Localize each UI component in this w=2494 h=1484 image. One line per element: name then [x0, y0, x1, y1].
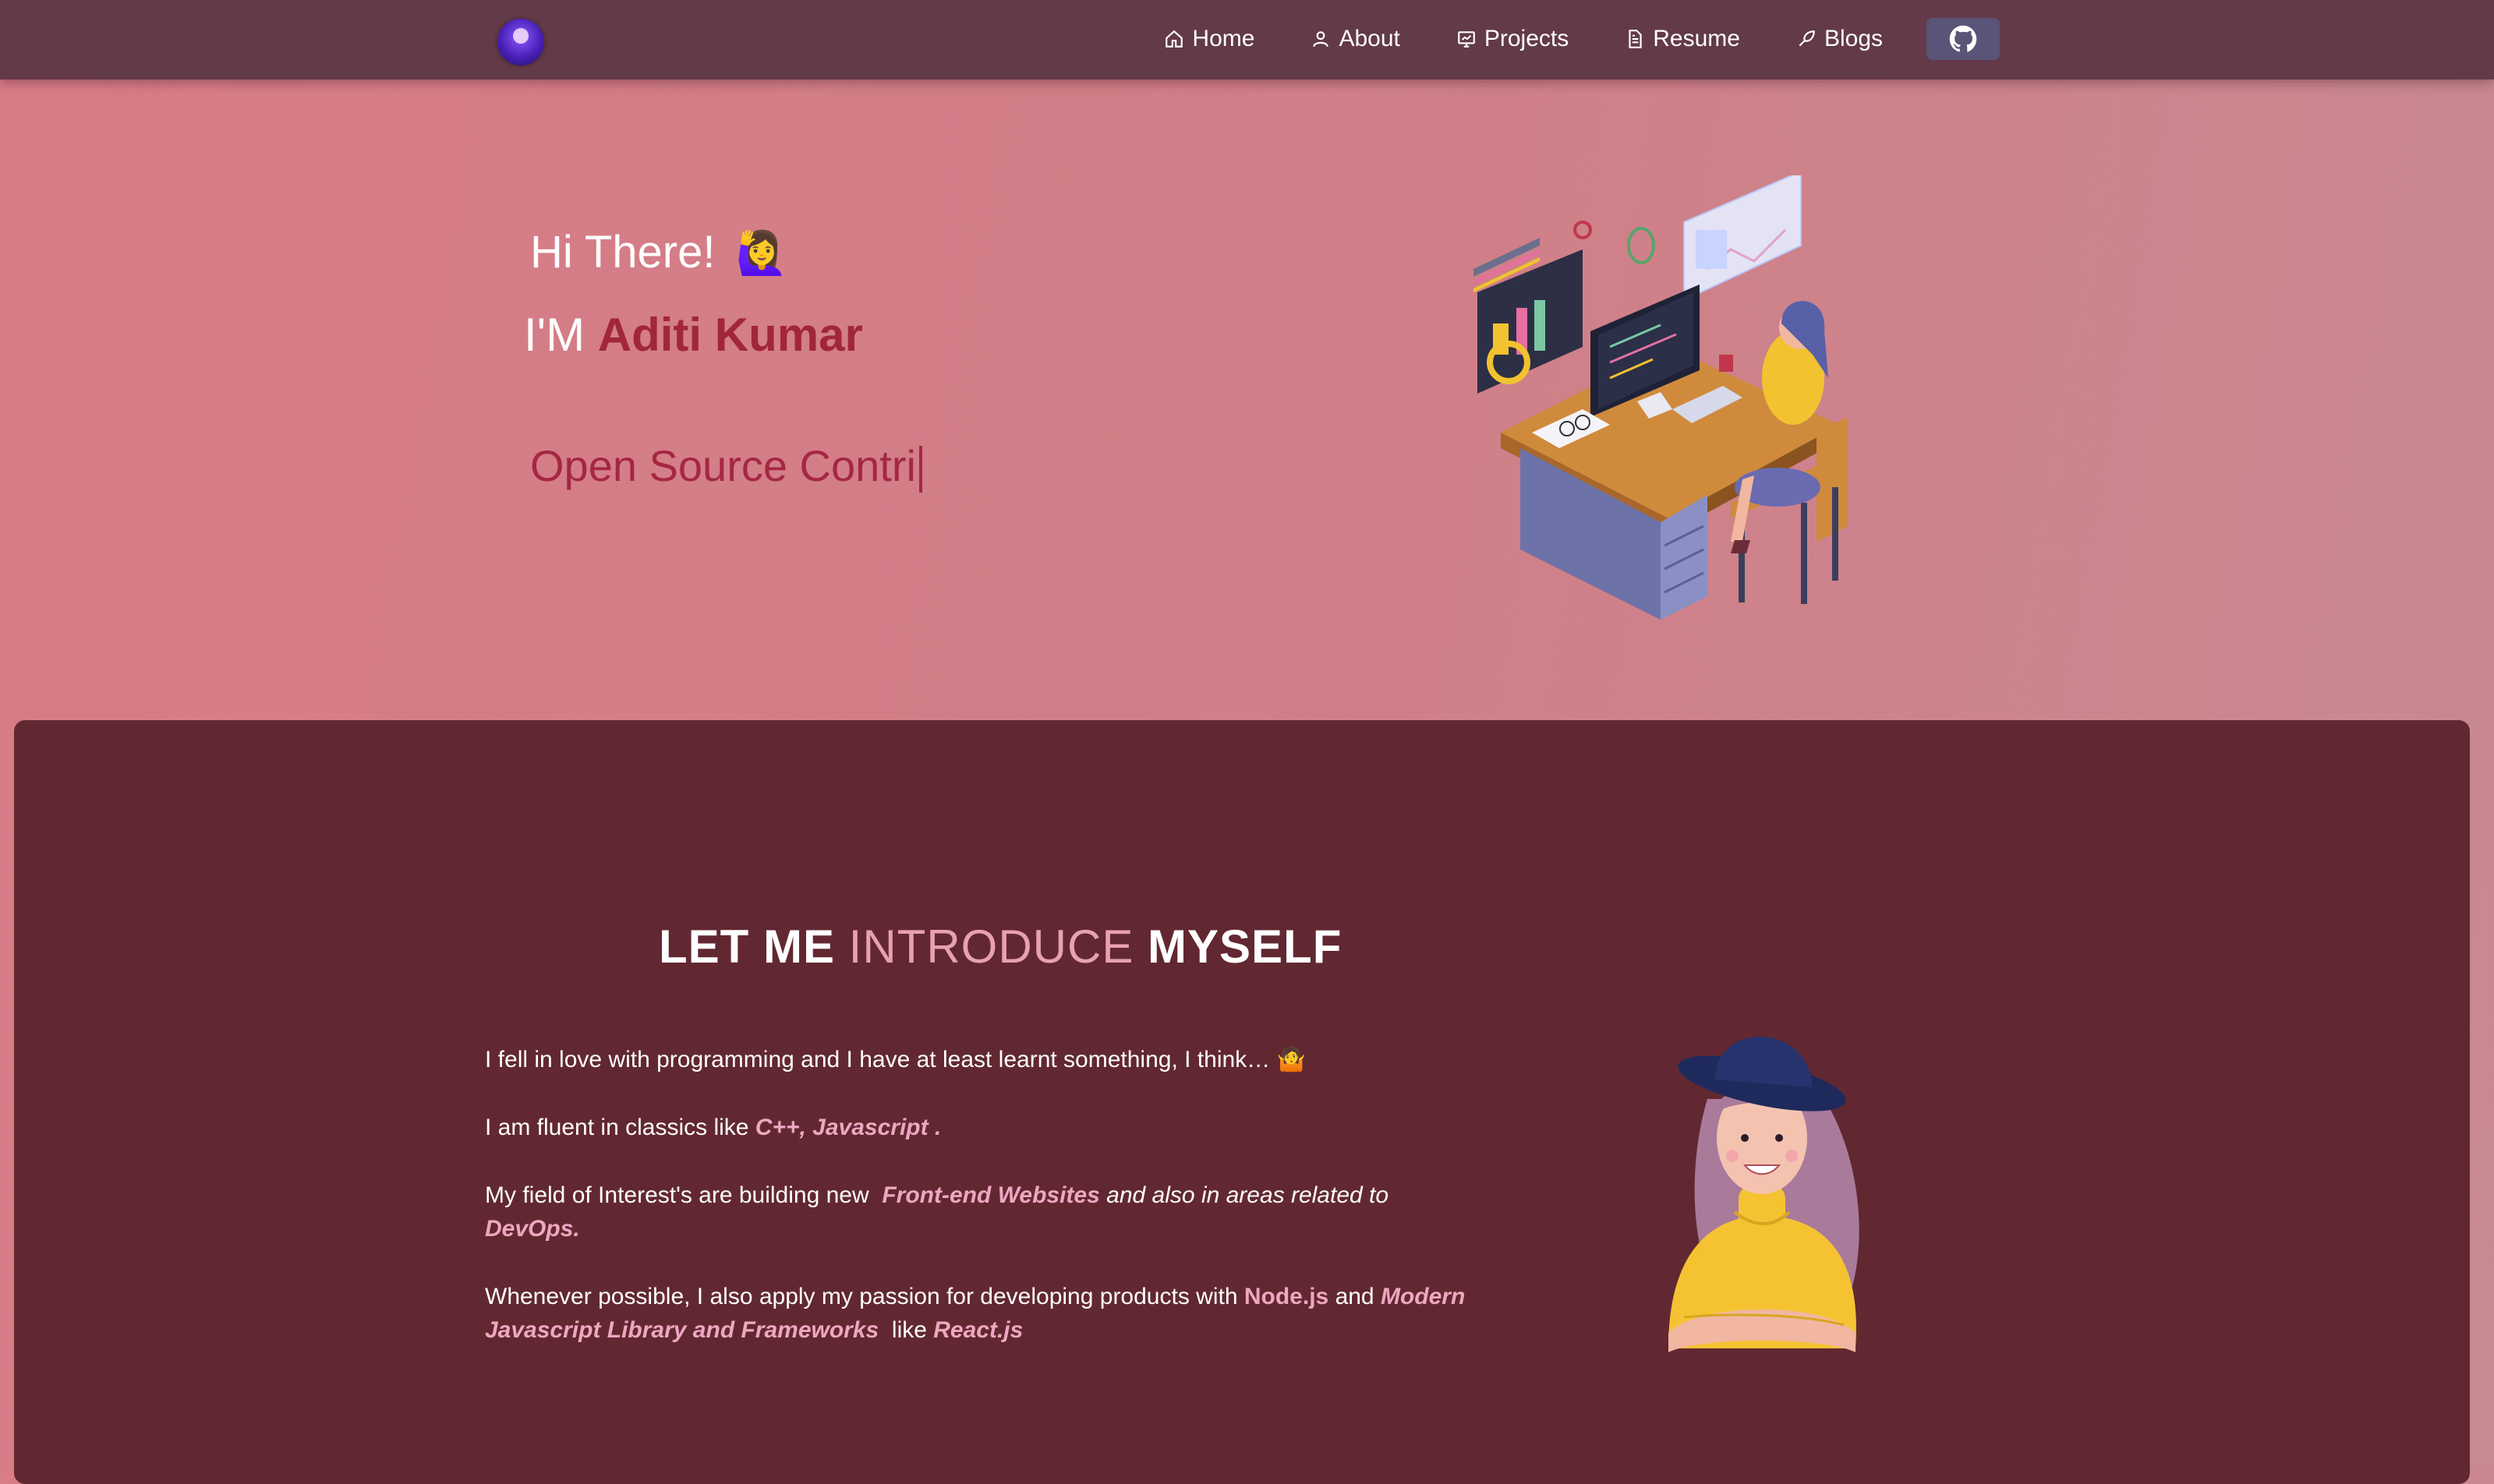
hero-greeting: Hi There! 🙋‍♀️ [530, 226, 788, 278]
about-p3-text: My field of Interest's are building new [485, 1182, 869, 1208]
about-title-part2: MYSELF [1148, 920, 1343, 973]
about-title-accent: INTRODUCE [848, 920, 1134, 973]
about-p4-like: like [891, 1317, 927, 1343]
home-icon [1166, 30, 1183, 48]
github-button[interactable] [1926, 18, 2000, 60]
nav-projects-label: Projects [1484, 26, 1569, 51]
hero-name: Aditi Kumar [597, 309, 863, 361]
github-icon [1949, 25, 1977, 52]
about-p3-highlight2: DevOps. [485, 1216, 580, 1242]
about-p1-text: I fell in love with programming and I ha… [485, 1047, 1271, 1072]
nav-links: Home About Projects Resume Blogs [1120, 16, 2000, 62]
logo[interactable] [497, 19, 544, 65]
about-p4-highlight3: React.js [933, 1317, 1024, 1343]
nav-about[interactable]: About [1298, 16, 1412, 62]
nav-home[interactable]: Home [1151, 16, 1267, 62]
about-text: I fell in love with programming and I ha… [485, 1043, 1467, 1381]
about-paragraph-3: My field of Interest's are building new … [485, 1178, 1467, 1246]
about-paragraph-2: I am fluent in classics like C++, Javasc… [485, 1111, 1467, 1144]
about-paragraph-4: Whenever possible, I also apply my passi… [485, 1280, 1467, 1347]
blog-icon [1799, 30, 1815, 47]
about-p2-highlight: C++, Javascript . [755, 1115, 942, 1140]
about-p4-text: Whenever possible, I also apply my passi… [485, 1284, 1238, 1309]
about-title-part1: LET ME [659, 920, 835, 973]
document-icon [1629, 30, 1642, 48]
about-p3-middle: and also in areas related to [1106, 1182, 1389, 1208]
nav-blogs-label: Blogs [1824, 26, 1883, 51]
projects-icon [1458, 31, 1475, 48]
about-p4-and: and [1335, 1284, 1374, 1309]
hero-name-heading: I'M Aditi Kumar [524, 308, 863, 362]
wave-emoji: 🙋‍♀️ [735, 230, 788, 277]
nav-home-label: Home [1192, 26, 1255, 51]
about-title: LET ME INTRODUCE MYSELF [659, 920, 1342, 973]
developer-desk-illustration [1473, 175, 1848, 620]
nav-resume-label: Resume [1653, 26, 1740, 51]
navbar: Home About Projects Resume Blogs [0, 0, 2494, 80]
user-icon [1313, 31, 1329, 48]
about-p4-highlight1: Node.js [1243, 1284, 1329, 1309]
shrug-emoji: 🤷 [1276, 1047, 1306, 1072]
intro-prefix: I'M [524, 309, 585, 361]
nav-projects[interactable]: Projects [1444, 16, 1581, 62]
about-p3-highlight1: Front-end Websites [882, 1182, 1100, 1208]
about-paragraph-1: I fell in love with programming and I ha… [485, 1043, 1467, 1076]
typewriter-cursor [918, 446, 922, 493]
typewriter-text: Open Source Contri [530, 441, 916, 490]
about-p2-text: I am fluent in classics like [485, 1115, 749, 1140]
avatar-illustration [1668, 1036, 1859, 1352]
hero-greeting-text: Hi There! [530, 227, 716, 277]
nav-blogs[interactable]: Blogs [1784, 16, 1895, 62]
nav-about-label: About [1339, 26, 1400, 51]
typewriter: Open Source Contri [530, 440, 922, 493]
nav-resume[interactable]: Resume [1612, 16, 1753, 62]
